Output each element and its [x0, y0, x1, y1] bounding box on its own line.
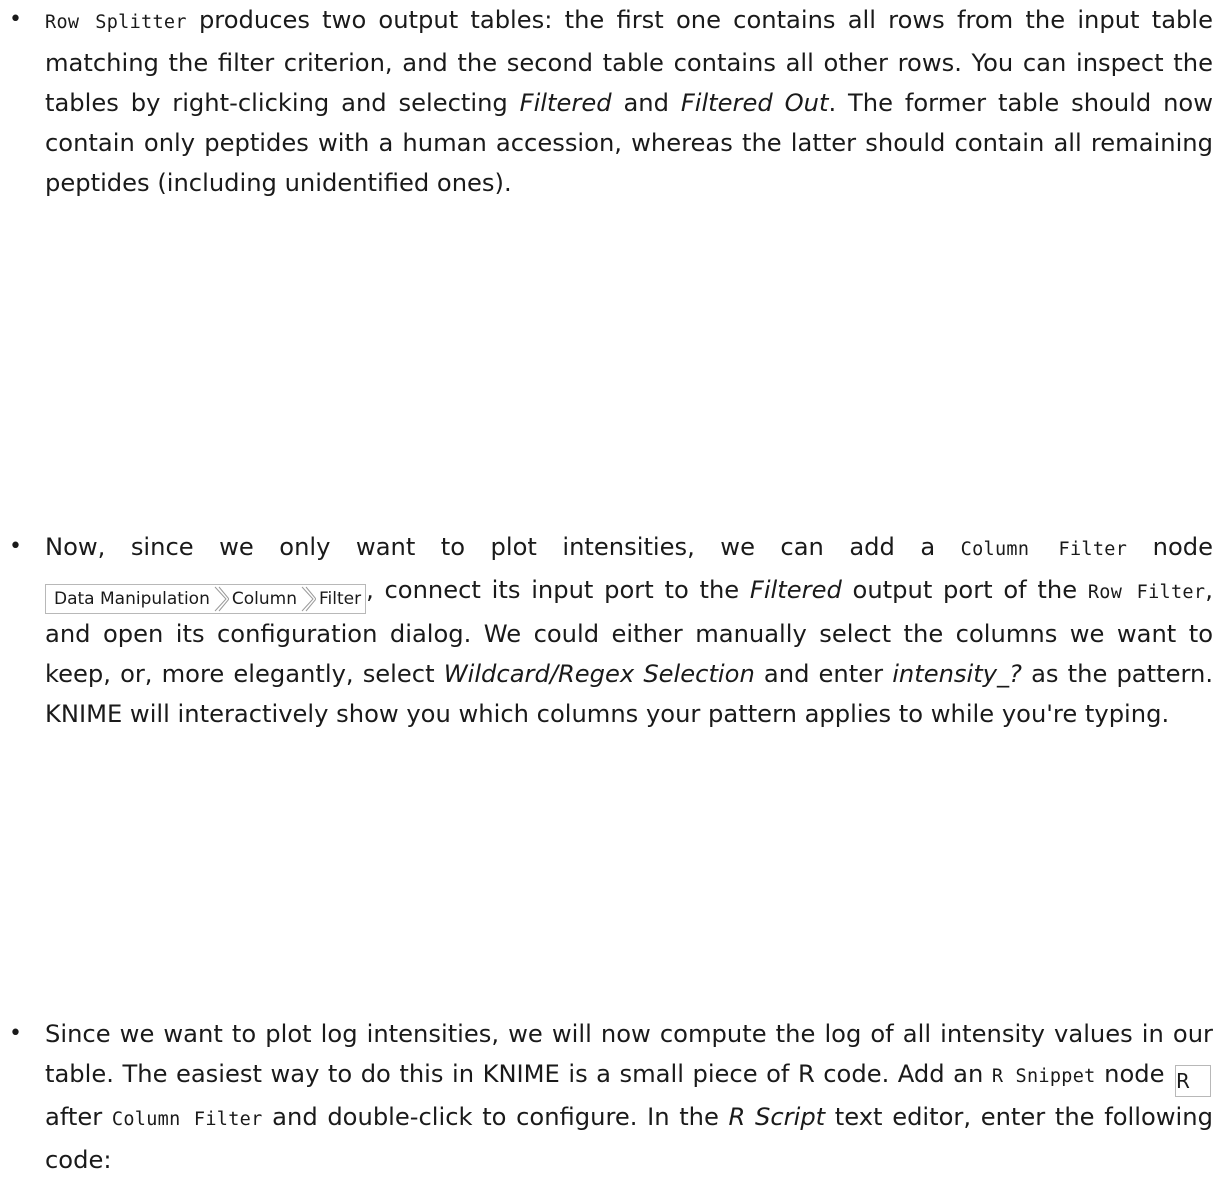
em-wildcard-selection: Wildcard/Regex Selec­tion: [443, 660, 755, 688]
document-page: • Row Splitter produces two output table…: [0, 0, 1227, 1174]
menu-path-segment: Data Manipulation: [54, 589, 210, 609]
code-r-snippet: R Snippet: [991, 1066, 1096, 1087]
code-column-filter: Column Filter: [960, 539, 1128, 560]
bullet-dot: •: [9, 1021, 22, 1046]
em-filtered-out: Filtered Out: [680, 89, 829, 117]
menu-path: Data Manipulation Column Filter: [45, 584, 367, 614]
text: , connect its input port to the: [366, 576, 750, 604]
text: node: [1095, 1060, 1173, 1088]
em-filtered: Filtered: [519, 89, 612, 117]
code-row-filter: Row Filter: [1087, 582, 1206, 603]
text: and: [611, 89, 681, 117]
code-row-splitter: Row Splitter: [45, 12, 187, 33]
bullet-dot: •: [9, 534, 22, 559]
list-item: • Since we want to plot log intensities,…: [0, 1014, 1213, 1180]
r-node-icon: R: [1175, 1065, 1211, 1097]
menu-path-segment: Filter: [318, 589, 362, 609]
text: Now, since we only want to plot intensit…: [45, 533, 961, 561]
text: after: [45, 1103, 112, 1131]
list-item: • Row Splitter produces two output table…: [0, 0, 1213, 203]
chevron-right-icon: [213, 585, 229, 613]
bullet-list: • Row Splitter produces two output table…: [0, 0, 1227, 1174]
text: output port of the: [841, 576, 1088, 604]
em-pattern: intensity_?: [892, 660, 1022, 688]
chevron-right-icon: [300, 585, 316, 613]
menu-path-segment: Column: [231, 589, 297, 609]
text: node: [1127, 533, 1213, 561]
text: and double-click to configure. In the: [262, 1103, 729, 1131]
bullet-dot: •: [9, 7, 22, 32]
code-column-filter: Column Filter: [111, 1109, 263, 1130]
em-filtered: Filtered: [749, 576, 842, 604]
list-item: • Now, since we only want to plot intens…: [0, 527, 1213, 734]
text: and enter: [754, 660, 893, 688]
em-r-script: R Script: [728, 1103, 826, 1131]
